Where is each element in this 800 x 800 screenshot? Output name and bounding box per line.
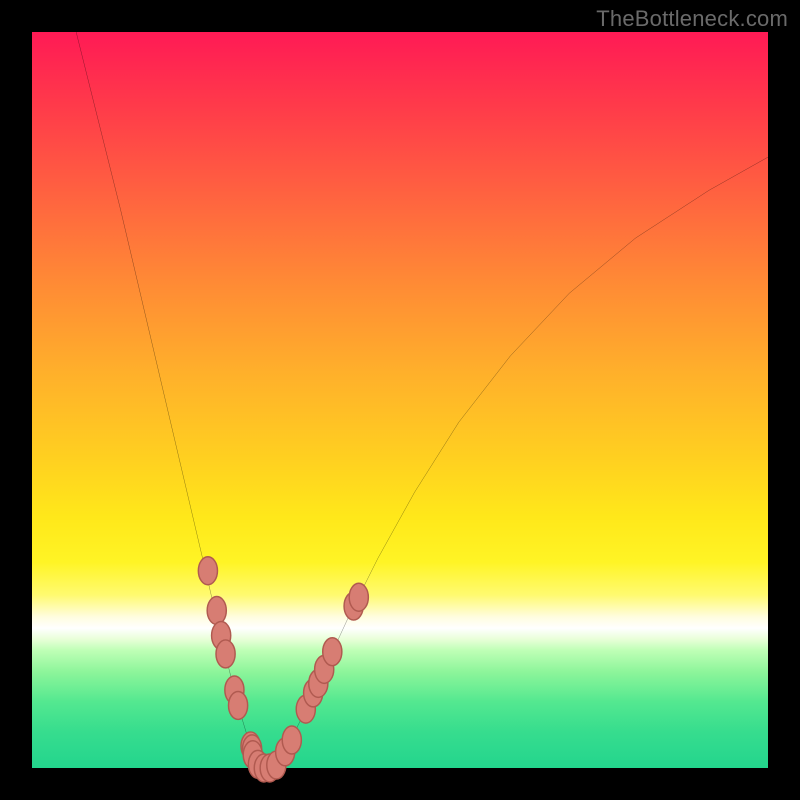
chart-svg: [32, 32, 768, 768]
data-markers: [198, 557, 368, 782]
data-marker: [198, 557, 217, 585]
data-marker: [282, 726, 301, 754]
plot-area: [32, 32, 768, 768]
data-marker: [207, 597, 226, 625]
outer-frame: TheBottleneck.com: [0, 0, 800, 800]
bottleneck-curve: [76, 32, 768, 768]
watermark-text: TheBottleneck.com: [596, 6, 788, 32]
data-marker: [216, 640, 235, 668]
data-marker: [323, 638, 342, 666]
data-marker: [229, 691, 248, 719]
data-marker: [349, 583, 368, 611]
